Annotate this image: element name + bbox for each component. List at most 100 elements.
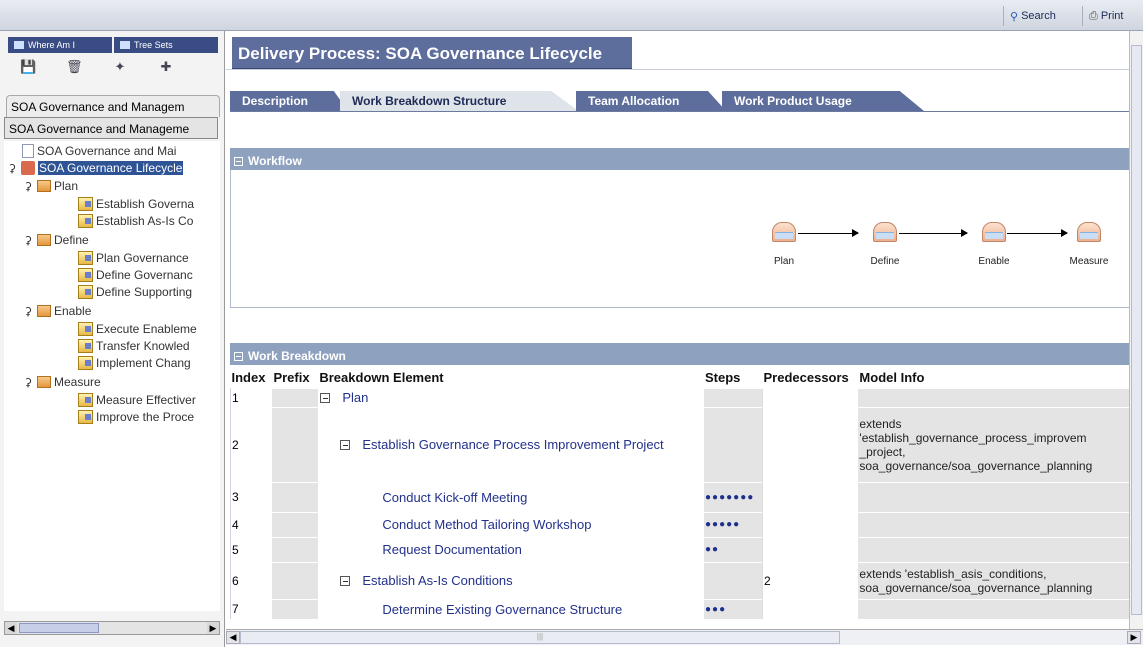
tree-item-label: Establish Governa xyxy=(96,197,195,211)
tree-item-task[interactable]: Measure Effectiver xyxy=(78,392,196,408)
row-element-link[interactable]: Establish As-Is Conditions xyxy=(362,573,512,588)
workflow-section-title: Workflow xyxy=(248,154,302,168)
task-icon xyxy=(78,410,93,424)
row-model-info xyxy=(858,481,1143,512)
view-tab-primary[interactable]: SOA Governance and Managem xyxy=(6,95,220,117)
nav-tabs: Where Am I Tree Sets xyxy=(8,37,218,53)
phase-icon xyxy=(1077,222,1101,242)
workflow-node-define[interactable]: Define xyxy=(855,222,915,267)
content-vertical-scrollbar[interactable] xyxy=(1129,31,1143,629)
expand-toggle-icon[interactable]: ⚳ xyxy=(22,305,34,318)
scrollbar-thumb[interactable]: ||| xyxy=(240,631,840,644)
table-row: 4 Conduct Method Tailoring Workshop ●●●●… xyxy=(230,511,1143,537)
row-element-link[interactable]: Request Documentation xyxy=(382,542,521,557)
workflow-node-enable[interactable]: Enable xyxy=(964,222,1024,267)
scrollbar-thumb[interactable] xyxy=(19,623,99,633)
scroll-left-arrow-icon[interactable]: ◀ xyxy=(5,622,17,634)
model-info-text: extends 'establish_governance_process_im… xyxy=(859,416,1093,473)
row-steps: ●●●●●●● xyxy=(704,481,763,512)
tree-item-task[interactable]: Establish As-Is Co xyxy=(78,213,193,229)
trash-icon[interactable]: 🗑 xyxy=(66,59,83,75)
row-element-cell: Establish As-Is Conditions xyxy=(318,561,704,599)
print-button[interactable]: ⎙ Print xyxy=(1082,6,1129,26)
tree-item-task[interactable]: Execute Enableme xyxy=(78,321,197,337)
workflow-node-plan[interactable]: Plan xyxy=(754,222,814,267)
tree-item-task[interactable]: Define Governanc xyxy=(78,267,193,283)
tree-item-task[interactable]: Define Supporting xyxy=(78,284,192,300)
tree-item-phase-define[interactable]: ⚳ Define xyxy=(22,232,89,248)
column-header-steps[interactable]: Steps xyxy=(704,367,763,388)
steps-indicator: ●● xyxy=(705,544,720,555)
scroll-right-arrow-icon[interactable]: ▶ xyxy=(207,622,219,634)
collapse-icon[interactable] xyxy=(340,576,351,586)
tree-item-label: Enable xyxy=(54,304,92,318)
tree-item-task[interactable]: Implement Chang xyxy=(78,355,191,371)
tree-item-task[interactable]: Establish Governa xyxy=(78,196,194,212)
tab-team-allocation[interactable]: Team Allocation xyxy=(576,91,726,111)
workflow-arrow xyxy=(899,229,968,237)
tree-item-task[interactable]: Plan Governance xyxy=(78,250,189,266)
row-index: 3 xyxy=(230,481,273,512)
workflow-node-measure[interactable]: Measure xyxy=(1059,222,1119,267)
row-element-link[interactable]: Plan xyxy=(342,390,368,405)
collapse-icon[interactable] xyxy=(320,393,331,403)
task-icon xyxy=(78,214,93,228)
search-button[interactable]: ⚲ Search xyxy=(1003,6,1062,26)
tree-item-task[interactable]: Transfer Knowled xyxy=(78,338,190,354)
tree-horizontal-scrollbar[interactable]: ◀ ▶ xyxy=(4,621,220,635)
column-header-prefix[interactable]: Prefix xyxy=(272,367,318,388)
new-tree-icon[interactable]: ✦ xyxy=(112,59,128,75)
tab-work-breakdown-structure[interactable]: Work Breakdown Structure xyxy=(340,91,580,112)
workflow-arrow xyxy=(1007,229,1068,237)
workflow-section-header[interactable]: Workflow xyxy=(230,148,1143,170)
tree-sets-icon xyxy=(120,41,130,49)
column-header-model-info[interactable]: Model Info xyxy=(858,367,1143,388)
workflow-node-label: Measure xyxy=(1069,256,1109,267)
where-am-i-tab[interactable]: Where Am I xyxy=(8,37,112,53)
tab-work-product-usage[interactable]: Work Product Usage xyxy=(722,91,924,111)
tree-item-task[interactable]: Improve the Proce xyxy=(78,409,194,425)
save-icon[interactable]: 💾 xyxy=(20,59,36,75)
tree-item-label: Measure xyxy=(54,375,101,389)
tree-item-label: Improve the Proce xyxy=(96,410,195,424)
row-predecessors xyxy=(762,511,859,537)
expand-toggle-icon[interactable]: ⚳ xyxy=(22,180,34,193)
row-element-link[interactable]: Establish Governance Process Improvement… xyxy=(362,437,663,452)
tree-item-phase-measure[interactable]: ⚳ Measure xyxy=(22,374,101,390)
row-element-link[interactable]: Determine Existing Governance Structure xyxy=(382,602,622,617)
row-index: 2 xyxy=(230,406,273,482)
tree-item-label: Transfer Knowled xyxy=(96,339,190,353)
where-am-i-label: Where Am I xyxy=(28,40,76,50)
add-tree-icon[interactable]: ✚ xyxy=(158,59,174,75)
table-row: 5 Request Documentation ●● xyxy=(230,536,1143,562)
tree-item-selected[interactable]: ⚳ SOA Governance Lifecycle xyxy=(6,160,184,176)
expand-toggle-icon[interactable]: ⚳ xyxy=(6,162,18,175)
content-horizontal-scrollbar[interactable]: ◀ ||| ▶ xyxy=(226,629,1143,645)
expand-toggle-icon[interactable]: ⚳ xyxy=(22,234,34,247)
scroll-right-arrow-icon[interactable]: ▶ xyxy=(1127,631,1141,644)
tab-description[interactable]: Description xyxy=(230,91,348,111)
tree-item-phase-plan[interactable]: ⚳ Plan xyxy=(22,178,78,194)
scroll-left-arrow-icon[interactable]: ◀ xyxy=(226,631,240,644)
collapse-icon[interactable] xyxy=(234,156,243,166)
view-tab-secondary[interactable]: SOA Governance and Manageme xyxy=(4,117,218,139)
work-breakdown-table: Index Prefix Breakdown Element Steps Pre… xyxy=(230,367,1143,619)
column-header-predecessors[interactable]: Predecessors xyxy=(763,367,859,388)
work-breakdown-section-header[interactable]: Work Breakdown xyxy=(230,343,1143,365)
row-element-link[interactable]: Conduct Kick-off Meeting xyxy=(382,490,527,505)
collapse-icon[interactable] xyxy=(340,440,351,450)
tree-item-label: Plan xyxy=(54,179,79,193)
column-header-breakdown-element[interactable]: Breakdown Element xyxy=(318,367,704,388)
expand-toggle-icon[interactable]: ⚳ xyxy=(22,376,34,389)
row-element-cell: Establish Governance Process Improvement… xyxy=(318,406,704,482)
tree-sets-tab[interactable]: Tree Sets xyxy=(114,37,218,53)
tree-item-root[interactable]: SOA Governance and Mai xyxy=(22,143,176,159)
document-icon xyxy=(22,144,34,158)
scrollbar-thumb[interactable] xyxy=(1131,45,1142,615)
row-element-link[interactable]: Conduct Method Tailoring Workshop xyxy=(382,517,591,532)
row-steps xyxy=(704,406,763,482)
collapse-icon[interactable] xyxy=(234,351,243,361)
tree-item-phase-enable[interactable]: ⚳ Enable xyxy=(22,303,91,319)
column-header-index[interactable]: Index xyxy=(231,367,273,388)
task-icon xyxy=(78,393,93,407)
